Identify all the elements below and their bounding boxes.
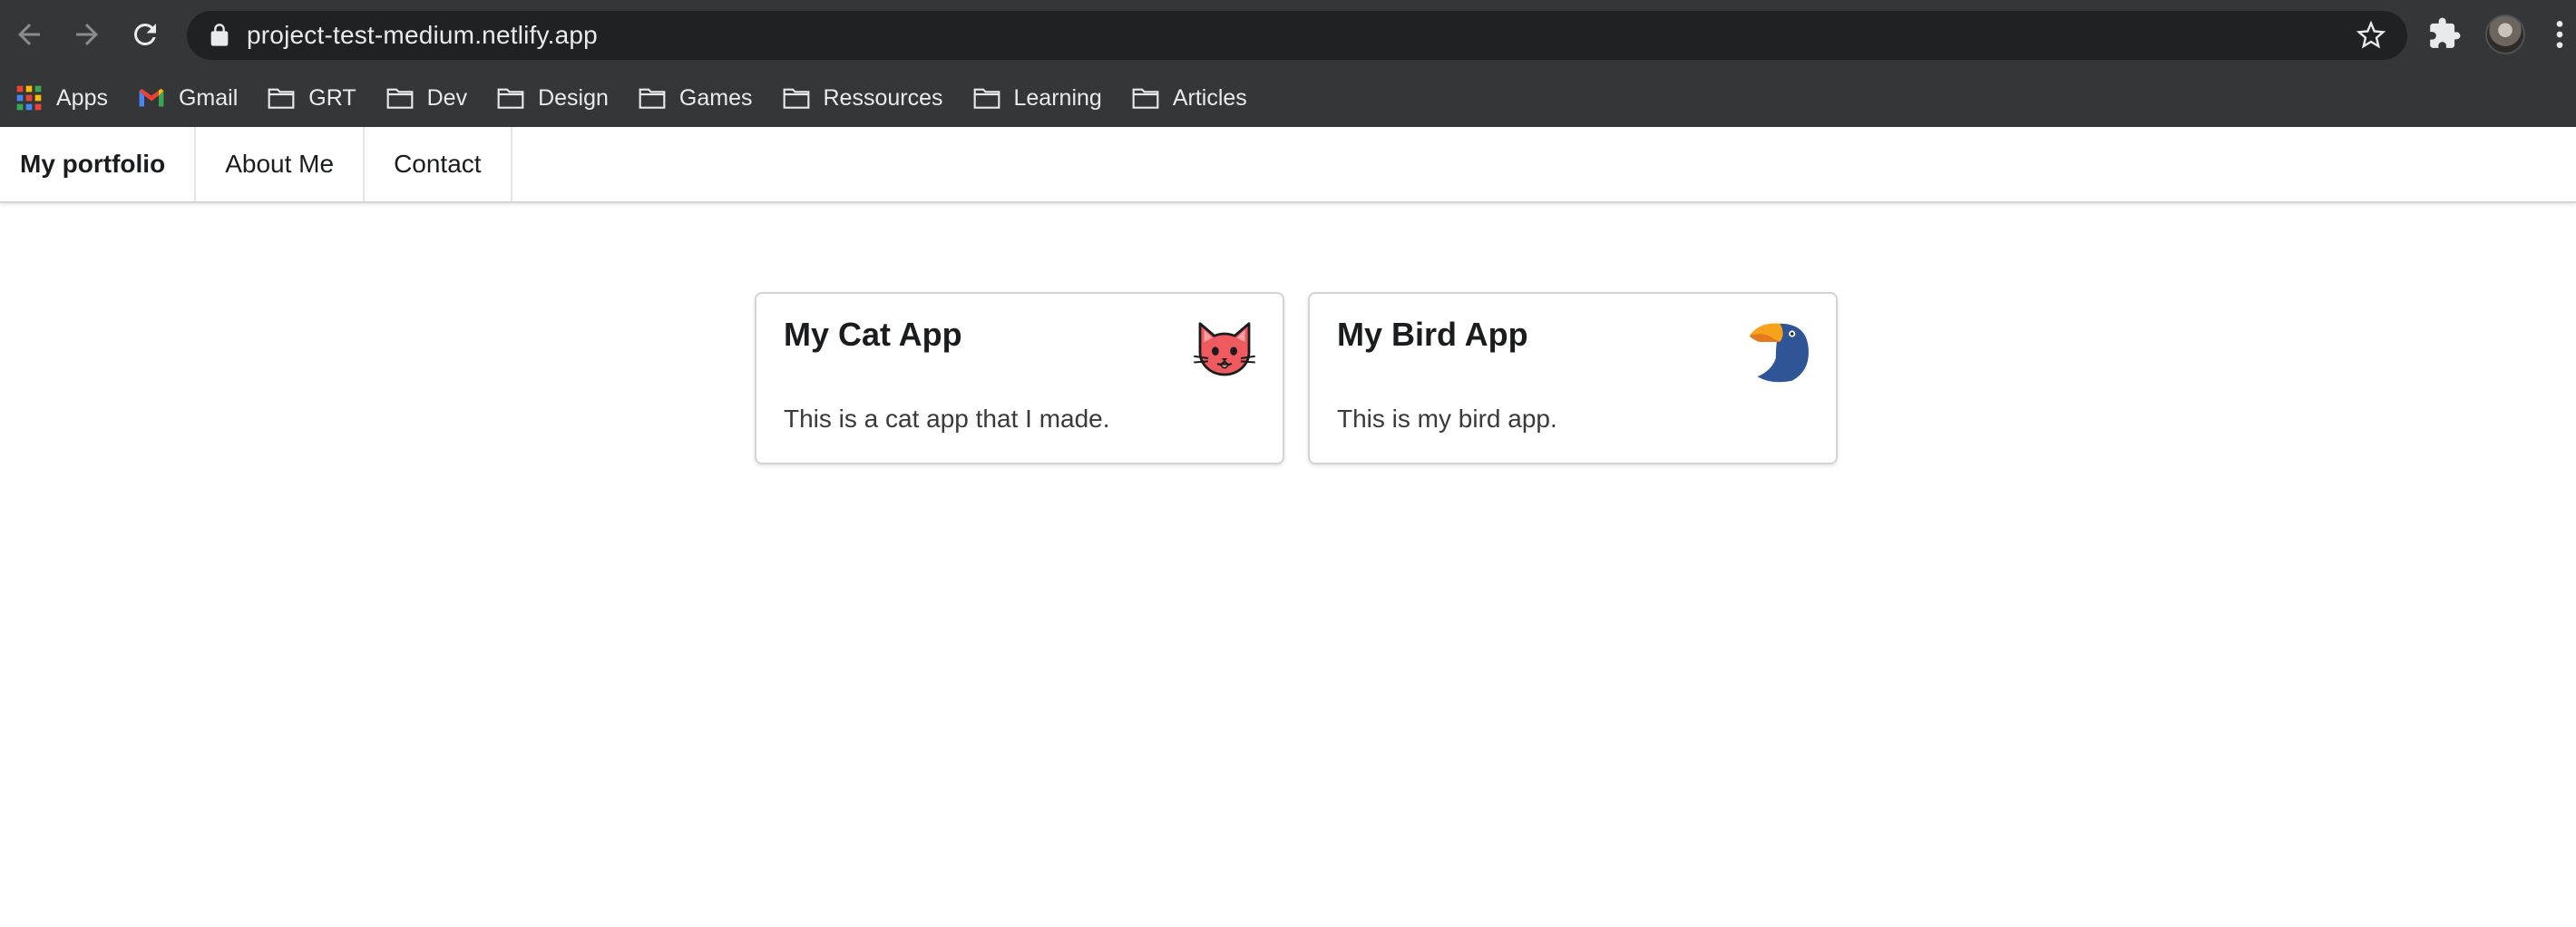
bookmark-label: Games <box>678 84 753 111</box>
reload-icon <box>133 23 156 45</box>
bookmark-apps[interactable]: Apps <box>15 78 122 118</box>
reload-button[interactable] <box>125 15 165 54</box>
bookmark-label: Design <box>538 84 609 111</box>
bookmark-gmail[interactable]: Gmail <box>137 78 252 118</box>
folder-icon <box>385 83 415 112</box>
card-description: This is a cat app that I made. <box>784 405 1110 433</box>
extensions-puzzle-icon[interactable] <box>2427 16 2462 51</box>
bookmark-folder-grt[interactable]: GRT <box>267 78 370 118</box>
toucan-icon <box>1745 317 1810 383</box>
forward-button[interactable] <box>67 15 107 54</box>
browser-toolbar: project-test-medium.netlify.app <box>0 0 2576 69</box>
cat-face-icon <box>1192 317 1257 383</box>
nav-about-me[interactable]: About Me <box>196 127 366 201</box>
bookmark-folder-articles[interactable]: Articles <box>1131 78 1262 118</box>
url-text[interactable]: project-test-medium.netlify.app <box>247 11 598 60</box>
bookmark-folder-dev[interactable]: Dev <box>385 78 482 118</box>
bookmark-label: Apps <box>56 84 108 111</box>
nav-contact[interactable]: Contact <box>365 127 512 201</box>
card-cat-app[interactable]: My Cat App This is a cat app that I made… <box>755 292 1284 464</box>
bookmark-folder-games[interactable]: Games <box>638 78 767 118</box>
bookmark-label: Articles <box>1172 84 1247 111</box>
bookmark-label: Learning <box>1013 84 1102 111</box>
bookmark-label: Dev <box>426 84 468 111</box>
apps-grid-icon <box>15 83 44 112</box>
nav-brand-my-portfolio[interactable]: My portfolio <box>0 127 197 201</box>
folder-icon <box>782 83 811 112</box>
bookmark-label: Ressources <box>823 84 943 111</box>
bookmark-label: GRT <box>308 84 356 111</box>
folder-icon <box>638 83 667 112</box>
bookmark-folder-design[interactable]: Design <box>496 78 623 118</box>
bookmarks-bar: Apps Gmail GRT Dev Design Games Ressourc… <box>0 69 2576 127</box>
site-navbar: My portfolio About Me Contact <box>0 127 2576 203</box>
address-bar[interactable]: project-test-medium.netlify.app <box>187 11 2407 60</box>
star-icon[interactable] <box>2356 21 2386 50</box>
card-title: My Cat App <box>784 316 962 353</box>
card-description: This is my bird app. <box>1337 405 1557 433</box>
folder-icon <box>972 83 1001 112</box>
app-cards: My Cat App This is a cat app that I made… <box>755 292 1838 464</box>
bookmark-label: Gmail <box>178 84 239 111</box>
lock-icon <box>210 24 229 46</box>
folder-icon <box>1131 83 1160 112</box>
browser-chrome: project-test-medium.netlify.app Apps Gma… <box>0 0 2576 127</box>
card-title: My Bird App <box>1337 316 1528 353</box>
bookmark-folder-ressources[interactable]: Ressources <box>782 78 958 118</box>
card-bird-app[interactable]: My Bird App This is my bird app. <box>1308 292 1838 464</box>
arrow-left-icon <box>18 24 40 45</box>
gmail-icon <box>137 83 166 112</box>
folder-icon <box>496 83 525 112</box>
bookmark-folder-learning[interactable]: Learning <box>972 78 1117 118</box>
profile-avatar[interactable] <box>2485 15 2525 54</box>
arrow-right-icon <box>76 24 98 45</box>
folder-icon <box>267 83 296 112</box>
back-button[interactable] <box>9 15 49 54</box>
more-vert-icon[interactable] <box>2549 16 2571 53</box>
